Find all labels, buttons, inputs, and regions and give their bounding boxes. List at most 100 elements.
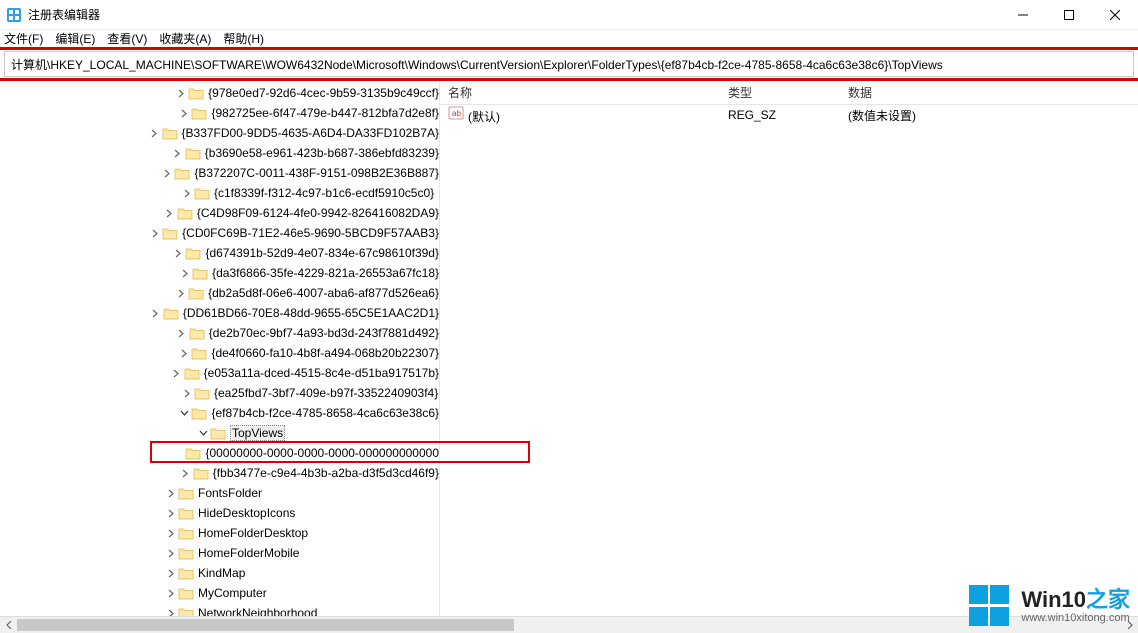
tree-pane[interactable]: {978e0ed7-92d6-4cec-9b59-3135b9c49ccf}{9… (0, 81, 440, 616)
folder-icon (184, 366, 200, 380)
tree-node-label: {e053a11a-dced-4515-8c4e-d51ba917517b} (204, 366, 439, 380)
tree-node[interactable]: NetworkNeighborhood (0, 603, 439, 616)
value-name: (默认) (468, 110, 500, 124)
tree-node[interactable]: {00000000-0000-0000-0000-000000000000 (0, 443, 439, 463)
chevron-right-icon[interactable] (174, 286, 188, 300)
folder-icon (178, 526, 194, 540)
chevron-right-icon[interactable] (160, 166, 174, 180)
chevron-right-icon[interactable] (177, 106, 191, 120)
tree-node[interactable]: {de4f0660-fa10-4b8f-a494-068b20b22307} (0, 343, 439, 363)
tree-node-label: HomeFolderDesktop (198, 526, 308, 540)
chevron-right-icon[interactable] (163, 206, 177, 220)
tree-node-label: {CD0FC69B-71E2-46e5-9690-5BCD9F57AAB3} (182, 226, 439, 240)
tree-node[interactable]: {C4D98F09-6124-4fe0-9942-826416082DA9} (0, 203, 439, 223)
tree-node[interactable]: {B372207C-0011-438F-9151-098B2E36B887} (0, 163, 439, 183)
tree-node[interactable]: HideDesktopIcons (0, 503, 439, 523)
value-type: REG_SZ (720, 108, 840, 122)
chevron-right-icon[interactable] (164, 486, 178, 500)
main-split: {978e0ed7-92d6-4cec-9b59-3135b9c49ccf}{9… (0, 81, 1138, 616)
scroll-thumb[interactable] (17, 619, 514, 631)
tree-node-label: {DD61BD66-70E8-48dd-9655-65C5E1AAC2D1} (183, 306, 439, 320)
tree-node[interactable]: {B337FD00-9DD5-4635-A6D4-DA33FD102B7A} (0, 123, 439, 143)
chevron-right-icon[interactable] (164, 546, 178, 560)
tree-node[interactable]: FontsFolder (0, 483, 439, 503)
folder-icon (178, 586, 194, 600)
column-type[interactable]: 类型 (720, 84, 840, 101)
menu-view[interactable]: 查看(V) (107, 30, 147, 47)
menu-file[interactable]: 文件(F) (4, 30, 43, 47)
tree-node[interactable]: {de2b70ec-9bf7-4a93-bd3d-243f7881d492} (0, 323, 439, 343)
value-data: (数值未设置) (840, 107, 1138, 124)
maximize-button[interactable] (1046, 0, 1092, 29)
chevron-right-icon[interactable] (171, 246, 185, 260)
folder-icon (210, 426, 226, 440)
tree-node[interactable]: {e053a11a-dced-4515-8c4e-d51ba917517b} (0, 363, 439, 383)
value-row[interactable]: ab (默认) REG_SZ(数值未设置) (440, 105, 1138, 125)
tree-node[interactable]: {d674391b-52d9-4e07-834e-67c98610f39d} (0, 243, 439, 263)
chevron-right-icon[interactable] (180, 386, 194, 400)
folder-icon (191, 406, 207, 420)
tree-node[interactable]: {DD61BD66-70E8-48dd-9655-65C5E1AAC2D1} (0, 303, 439, 323)
tree-node[interactable]: TopViews (0, 423, 439, 443)
tree-node[interactable]: {978e0ed7-92d6-4cec-9b59-3135b9c49ccf} (0, 83, 439, 103)
chevron-right-icon[interactable] (164, 566, 178, 580)
string-value-icon: ab (448, 105, 464, 121)
chevron-right-icon[interactable] (164, 506, 178, 520)
chevron-right-icon[interactable] (164, 586, 178, 600)
list-pane: 名称 类型 数据 ab (默认) REG_SZ(数值未设置) (440, 81, 1138, 616)
tree-node[interactable]: {CD0FC69B-71E2-46e5-9690-5BCD9F57AAB3} (0, 223, 439, 243)
chevron-down-icon[interactable] (177, 406, 191, 420)
scroll-right-button[interactable] (1121, 617, 1138, 633)
horizontal-scrollbar[interactable] (0, 616, 1138, 633)
chevron-right-icon[interactable] (148, 126, 162, 140)
tree-node[interactable]: {ea25fbd7-3bf7-409e-b97f-3352240903f4} (0, 383, 439, 403)
value-name-cell: ab (默认) (440, 105, 720, 125)
app-icon (6, 7, 22, 23)
chevron-right-icon[interactable] (171, 146, 185, 160)
menu-help[interactable]: 帮助(H) (223, 30, 264, 47)
scroll-left-button[interactable] (0, 617, 17, 633)
chevron-right-icon[interactable] (164, 526, 178, 540)
tree-node[interactable]: {fbb3477e-c9e4-4b3b-a2ba-d3f5d3cd46f9} (0, 463, 439, 483)
chevron-right-icon[interactable] (177, 346, 191, 360)
folder-icon (185, 246, 201, 260)
tree-node-label: {c1f8339f-f312-4c97-b1c6-ecdf5910c5c0} (214, 186, 434, 200)
list-header: 名称 类型 数据 (440, 81, 1138, 105)
column-data[interactable]: 数据 (840, 84, 1138, 101)
tree-node[interactable]: {b3690e58-e961-423b-b687-386ebfd83239} (0, 143, 439, 163)
folder-icon (191, 106, 207, 120)
chevron-right-icon[interactable] (148, 226, 162, 240)
chevron-right-icon[interactable] (174, 86, 188, 100)
tree-node[interactable]: {c1f8339f-f312-4c97-b1c6-ecdf5910c5c0} (0, 183, 439, 203)
minimize-button[interactable] (1000, 0, 1046, 29)
address-input[interactable]: 计算机\HKEY_LOCAL_MACHINE\SOFTWARE\WOW6432N… (4, 51, 1134, 77)
folder-icon (194, 186, 210, 200)
chevron-right-icon[interactable] (164, 606, 178, 616)
chevron-right-icon[interactable] (180, 186, 194, 200)
chevron-right-icon[interactable] (170, 366, 184, 380)
tree-node[interactable]: HomeFolderDesktop (0, 523, 439, 543)
tree-node[interactable]: {da3f6866-35fe-4229-821a-26553a67fc18} (0, 263, 439, 283)
folder-icon (193, 466, 209, 480)
tree-node[interactable]: {ef87b4cb-f2ce-4785-8658-4ca6c63e38c6} (0, 403, 439, 423)
tree-node[interactable]: KindMap (0, 563, 439, 583)
close-button[interactable] (1092, 0, 1138, 29)
column-name[interactable]: 名称 (440, 84, 720, 101)
chevron-down-icon[interactable] (196, 426, 210, 440)
tree-node[interactable]: HomeFolderMobile (0, 543, 439, 563)
menu-favorites[interactable]: 收藏夹(A) (159, 30, 211, 47)
menu-edit[interactable]: 编辑(E) (55, 30, 95, 47)
chevron-right-icon[interactable] (175, 326, 189, 340)
tree-node[interactable]: MyComputer (0, 583, 439, 603)
tree-node-label: FontsFolder (198, 486, 262, 500)
scroll-track-left[interactable] (17, 617, 1121, 633)
tree-node-label: {de4f0660-fa10-4b8f-a494-068b20b22307} (211, 346, 439, 360)
chevron-right-icon[interactable] (149, 306, 163, 320)
list-body[interactable]: ab (默认) REG_SZ(数值未设置) (440, 105, 1138, 616)
tree-node-label: {de2b70ec-9bf7-4a93-bd3d-243f7881d492} (209, 326, 439, 340)
chevron-right-icon[interactable] (178, 266, 192, 280)
tree-node[interactable]: {db2a5d8f-06e6-4007-aba6-af877d526ea6} (0, 283, 439, 303)
chevron-right-icon[interactable] (179, 466, 193, 480)
tree-node[interactable]: {982725ee-6f47-479e-b447-812bfa7d2e8f} (0, 103, 439, 123)
tree-node-label: MyComputer (198, 586, 267, 600)
